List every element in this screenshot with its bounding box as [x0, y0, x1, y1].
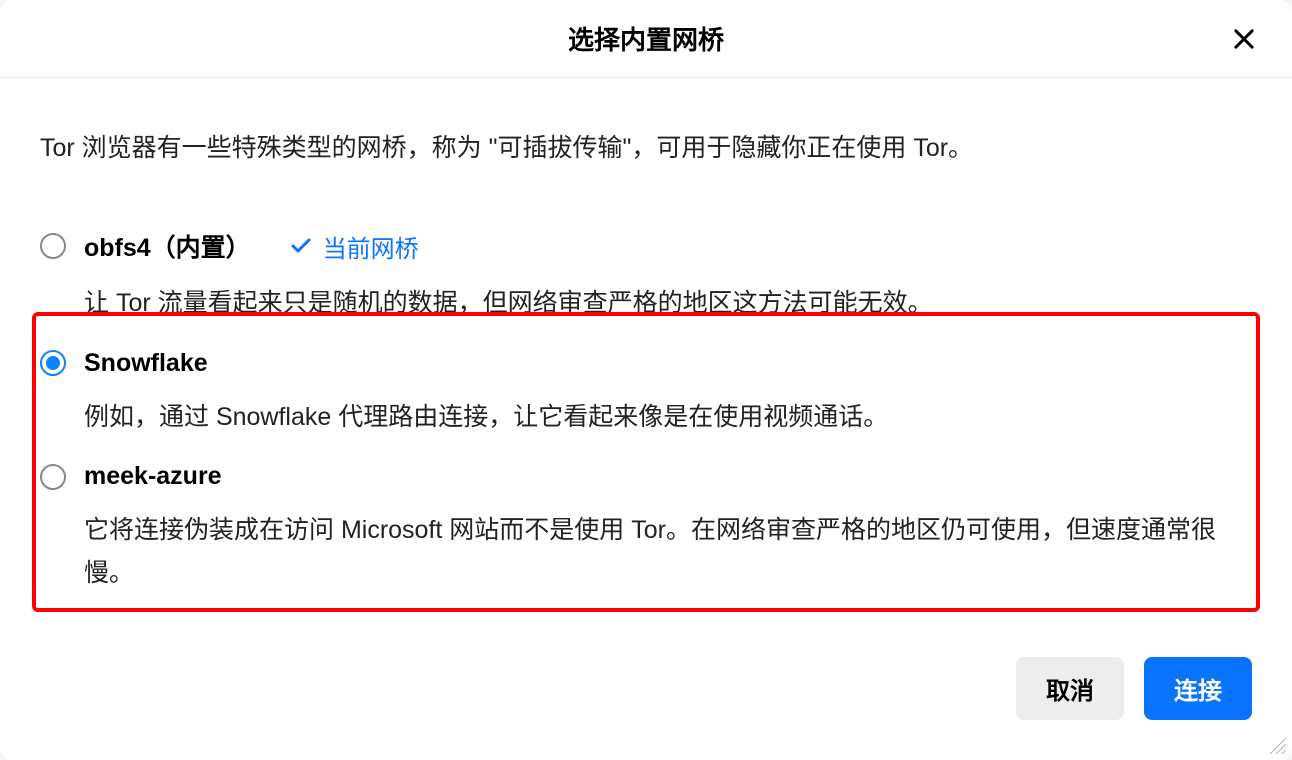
- dialog-header: 选择内置网桥: [0, 0, 1292, 78]
- option-name-meek: meek-azure: [84, 462, 222, 491]
- close-button[interactable]: [1226, 21, 1262, 57]
- dialog-body: Tor 浏览器有一些特殊类型的网桥，称为 "可插拔传输"，可用于隐藏你正在使用 …: [0, 78, 1292, 637]
- bridge-option-obfs4[interactable]: obfs4（内置） 当前网桥 让 Tor 流量看起来只是随机的数据，但网络审查严…: [40, 228, 1252, 325]
- option-header: obfs4（内置） 当前网桥: [40, 228, 1252, 264]
- option-name-obfs4: obfs4（内置）: [84, 228, 251, 264]
- option-header: meek-azure: [40, 462, 1252, 491]
- resize-handle-icon[interactable]: [1266, 734, 1286, 754]
- bridge-options-group: obfs4（内置） 当前网桥 让 Tor 流量看起来只是随机的数据，但网络审查严…: [40, 228, 1252, 594]
- radio-meek[interactable]: [40, 464, 66, 490]
- check-icon: [289, 234, 313, 258]
- radio-snowflake[interactable]: [40, 350, 66, 376]
- bridge-selection-dialog: 选择内置网桥 Tor 浏览器有一些特殊类型的网桥，称为 "可插拔传输"，可用于隐…: [0, 0, 1292, 760]
- option-header: Snowflake: [40, 349, 1252, 378]
- option-name-snowflake: Snowflake: [84, 349, 208, 378]
- connect-button[interactable]: 连接: [1144, 657, 1252, 720]
- dialog-footer: 取消 连接: [0, 637, 1292, 760]
- radio-obfs4[interactable]: [40, 233, 66, 259]
- current-bridge-label: 当前网桥: [323, 229, 419, 264]
- option-desc-snowflake: 例如，通过 Snowflake 代理路由连接，让它看起来像是在使用视频通话。: [40, 396, 1252, 439]
- option-desc-obfs4: 让 Tor 流量看起来只是随机的数据，但网络审查严格的地区这方法可能无效。: [40, 282, 1252, 325]
- bridge-option-meek[interactable]: meek-azure 它将连接伪装成在访问 Microsoft 网站而不是使用 …: [40, 462, 1252, 594]
- option-desc-meek: 它将连接伪装成在访问 Microsoft 网站而不是使用 Tor。在网络审查严格…: [40, 509, 1252, 594]
- current-bridge-badge: 当前网桥: [289, 229, 419, 264]
- cancel-button[interactable]: 取消: [1016, 657, 1124, 720]
- dialog-title: 选择内置网桥: [568, 20, 724, 57]
- close-icon: [1230, 25, 1258, 53]
- intro-text: Tor 浏览器有一些特殊类型的网桥，称为 "可插拔传输"，可用于隐藏你正在使用 …: [40, 128, 1252, 168]
- bridge-option-snowflake[interactable]: Snowflake 例如，通过 Snowflake 代理路由连接，让它看起来像是…: [40, 349, 1252, 439]
